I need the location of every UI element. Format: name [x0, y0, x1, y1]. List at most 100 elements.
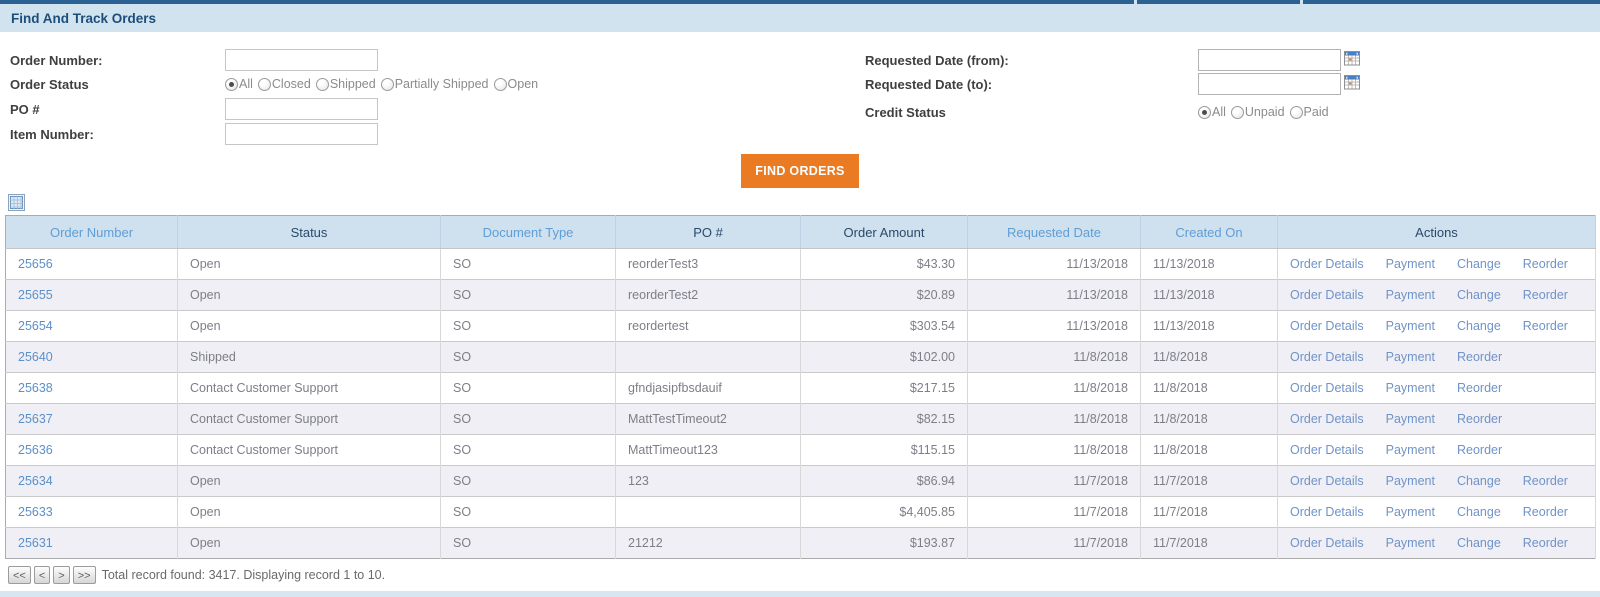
- radio-option-open[interactable]: Open: [493, 77, 539, 91]
- requested-date-to-input[interactable]: [1198, 73, 1341, 95]
- find-orders-button[interactable]: FIND ORDERS: [741, 154, 859, 188]
- column-header-created-on[interactable]: Created On: [1140, 215, 1278, 249]
- order-status-cell: Contact Customer Support: [177, 403, 441, 435]
- calendar-icon[interactable]: [1344, 74, 1360, 95]
- radio-icon[interactable]: [1289, 105, 1303, 119]
- order-number-link[interactable]: 25655: [18, 288, 53, 302]
- po-number-cell: [615, 496, 801, 528]
- table-row: 25654 Open SO reordertest $303.54 11/13/2018 1…: [5, 310, 1596, 342]
- column-header-requested-date[interactable]: Requested Date: [967, 215, 1141, 249]
- radio-option-unpaid[interactable]: Unpaid: [1230, 105, 1285, 119]
- order-number-link[interactable]: 25640: [18, 350, 53, 364]
- page-title: Find And Track Orders: [11, 10, 157, 26]
- action-link-payment[interactable]: Payment: [1386, 505, 1435, 519]
- action-link-order-details[interactable]: Order Details: [1290, 443, 1364, 457]
- action-link-change[interactable]: Change: [1457, 474, 1501, 488]
- po-number-cell: 21212: [615, 527, 801, 559]
- radio-icon[interactable]: [493, 77, 507, 91]
- radio-icon[interactable]: [315, 77, 329, 91]
- order-number-link[interactable]: 25656: [18, 257, 53, 271]
- radio-icon[interactable]: [225, 77, 238, 91]
- action-link-payment[interactable]: Payment: [1386, 412, 1435, 426]
- next-page-button[interactable]: >: [53, 566, 70, 584]
- order-number-link[interactable]: 25638: [18, 381, 53, 395]
- order-number-link[interactable]: 25636: [18, 443, 53, 457]
- table-row: 25655 Open SO reorderTest2 $20.89 11/13/2018 1…: [5, 279, 1596, 311]
- radio-label: Partially Shipped: [394, 77, 489, 91]
- action-link-order-details[interactable]: Order Details: [1290, 412, 1364, 426]
- action-link-payment[interactable]: Payment: [1386, 350, 1435, 364]
- action-link-reorder[interactable]: Reorder: [1523, 536, 1568, 550]
- table-row: 25656 Open SO reorderTest3 $43.30 11/13/2018 1…: [5, 248, 1596, 280]
- order-number-link[interactable]: 25631: [18, 536, 53, 550]
- radio-option-all[interactable]: All: [1198, 105, 1226, 119]
- radio-icon[interactable]: [257, 77, 271, 91]
- requested-date-from-input[interactable]: [1198, 49, 1341, 71]
- action-link-change[interactable]: Change: [1457, 319, 1501, 333]
- action-link-order-details[interactable]: Order Details: [1290, 288, 1364, 302]
- action-link-reorder[interactable]: Reorder: [1523, 319, 1568, 333]
- action-link-order-details[interactable]: Order Details: [1290, 505, 1364, 519]
- action-link-reorder[interactable]: Reorder: [1523, 257, 1568, 271]
- action-link-change[interactable]: Change: [1457, 505, 1501, 519]
- action-link-order-details[interactable]: Order Details: [1290, 350, 1364, 364]
- action-link-change[interactable]: Change: [1457, 288, 1501, 302]
- po-number-input[interactable]: [225, 98, 378, 120]
- order-amount-cell: $43.30: [800, 248, 968, 280]
- action-link-reorder[interactable]: Reorder: [1457, 412, 1502, 426]
- first-page-button[interactable]: <<: [8, 566, 31, 584]
- action-link-reorder[interactable]: Reorder: [1457, 350, 1502, 364]
- action-link-order-details[interactable]: Order Details: [1290, 257, 1364, 271]
- action-link-reorder[interactable]: Reorder: [1523, 474, 1568, 488]
- radio-icon[interactable]: [1230, 105, 1244, 119]
- order-number-link[interactable]: 25637: [18, 412, 53, 426]
- action-link-reorder[interactable]: Reorder: [1457, 443, 1502, 457]
- action-link-payment[interactable]: Payment: [1386, 474, 1435, 488]
- action-link-change[interactable]: Change: [1457, 536, 1501, 550]
- action-link-payment[interactable]: Payment: [1386, 257, 1435, 271]
- credit-status-radio-group: All Unpaid Paid: [1198, 100, 1334, 124]
- radio-option-closed[interactable]: Closed: [257, 77, 311, 91]
- radio-option-partially-shipped[interactable]: Partially Shipped: [380, 77, 489, 91]
- action-link-payment[interactable]: Payment: [1386, 288, 1435, 302]
- radio-icon[interactable]: [1198, 105, 1211, 119]
- action-link-payment[interactable]: Payment: [1386, 443, 1435, 457]
- order-amount-cell: $4,405.85: [800, 496, 968, 528]
- table-row: 25637 Contact Customer Support SO MattTestT…: [5, 403, 1596, 435]
- actions-cell: Order Details Payment Change Reorder: [1277, 248, 1596, 280]
- column-header-document-type[interactable]: Document Type: [440, 215, 616, 249]
- po-number-cell: MattTestTimeout2: [615, 403, 801, 435]
- last-page-button[interactable]: >>: [72, 566, 96, 584]
- action-link-payment[interactable]: Payment: [1386, 381, 1435, 395]
- action-link-reorder[interactable]: Reorder: [1457, 381, 1502, 395]
- action-link-change[interactable]: Change: [1457, 257, 1501, 271]
- calendar-icon[interactable]: [1344, 50, 1360, 71]
- order-number-link[interactable]: 25633: [18, 505, 53, 519]
- order-number-link[interactable]: 25654: [18, 319, 53, 333]
- radio-icon[interactable]: [380, 77, 394, 91]
- action-link-payment[interactable]: Payment: [1386, 319, 1435, 333]
- radio-option-all[interactable]: All: [225, 77, 253, 91]
- item-number-input[interactable]: [225, 123, 378, 145]
- order-status-cell: Open: [177, 465, 441, 497]
- action-link-reorder[interactable]: Reorder: [1523, 288, 1568, 302]
- order-amount-cell: $20.89: [800, 279, 968, 311]
- radio-label: Open: [507, 77, 539, 91]
- prev-page-button[interactable]: <: [33, 566, 51, 584]
- order-number-link[interactable]: 25634: [18, 474, 53, 488]
- action-link-order-details[interactable]: Order Details: [1290, 319, 1364, 333]
- action-link-order-details[interactable]: Order Details: [1290, 474, 1364, 488]
- action-link-payment[interactable]: Payment: [1386, 536, 1435, 550]
- action-link-order-details[interactable]: Order Details: [1290, 536, 1364, 550]
- actions-cell: Order Details Payment Change Reorder: [1277, 465, 1596, 497]
- action-link-order-details[interactable]: Order Details: [1290, 381, 1364, 395]
- column-header-order-number[interactable]: Order Number: [5, 215, 178, 249]
- document-type-cell: SO: [440, 341, 616, 373]
- export-grid-icon[interactable]: [8, 194, 25, 215]
- order-status-cell: Shipped: [177, 341, 441, 373]
- action-link-reorder[interactable]: Reorder: [1523, 505, 1568, 519]
- radio-option-shipped[interactable]: Shipped: [315, 77, 376, 91]
- order-number-input[interactable]: [225, 49, 378, 71]
- actions-cell: Order Details Payment Change Reorder: [1277, 496, 1596, 528]
- radio-option-paid[interactable]: Paid: [1289, 105, 1329, 119]
